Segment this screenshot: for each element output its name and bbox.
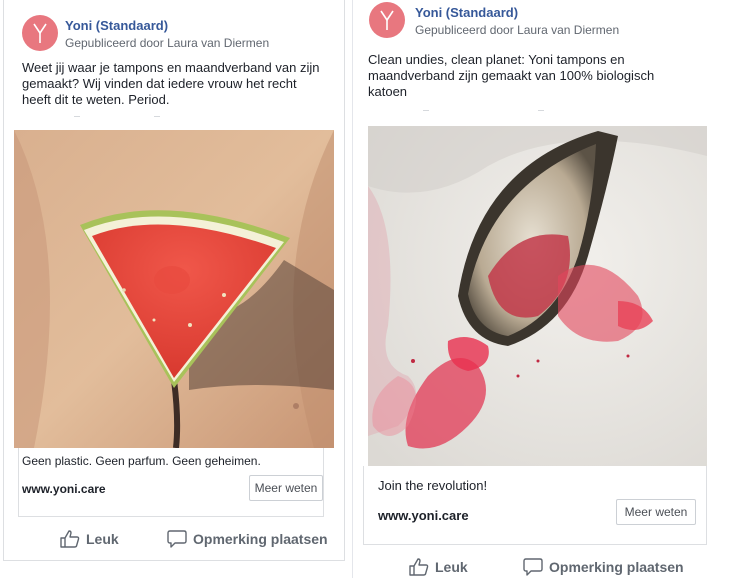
- byline: Gepubliceerd door Laura van Diermen: [65, 36, 270, 50]
- ad-image-oyster[interactable]: [368, 126, 707, 466]
- divider: [538, 110, 544, 111]
- like-label: Leuk: [86, 531, 119, 547]
- ad-image-watermelon[interactable]: [14, 130, 334, 448]
- yoni-logo-icon: [380, 10, 394, 30]
- byline: Gepubliceerd door Laura van Diermen: [415, 23, 620, 37]
- post-caption: Weet jij waar je tampons en maandverband…: [22, 60, 320, 107]
- learn-more-button[interactable]: Meer weten: [616, 499, 696, 525]
- page-name-link[interactable]: Yoni (Standaard): [415, 5, 518, 20]
- thumbs-up-icon: [409, 558, 429, 576]
- like-label: Leuk: [435, 559, 468, 575]
- link-headline: Geen plastic. Geen parfum. Geen geheimen…: [22, 454, 261, 468]
- yoni-logo-icon: [33, 23, 47, 43]
- ad-post-1: Yoni (Standaard) Gepubliceerd door Laura…: [3, 0, 345, 561]
- link-preview[interactable]: Join the revolution! www.yoni.care Meer …: [363, 466, 707, 545]
- ad-post-2: Yoni (Standaard) Gepubliceerd door Laura…: [352, 0, 718, 578]
- page-name-link[interactable]: Yoni (Standaard): [65, 18, 168, 33]
- thumbs-up-icon: [60, 530, 80, 548]
- like-button[interactable]: Leuk: [409, 558, 468, 576]
- comment-icon: [523, 558, 543, 576]
- comment-button[interactable]: Opmerking plaatsen: [523, 558, 684, 576]
- comment-icon: [167, 530, 187, 548]
- divider: [74, 116, 80, 117]
- divider: [154, 116, 160, 117]
- comment-label: Opmerking plaatsen: [193, 531, 328, 547]
- link-domain: www.yoni.care: [378, 508, 469, 523]
- divider: [423, 110, 429, 111]
- like-button[interactable]: Leuk: [60, 530, 119, 548]
- learn-more-button[interactable]: Meer weten: [249, 475, 323, 501]
- page-avatar[interactable]: [22, 15, 58, 51]
- comment-button[interactable]: Opmerking plaatsen: [167, 530, 328, 548]
- link-headline: Join the revolution!: [378, 478, 488, 493]
- link-preview[interactable]: Geen plastic. Geen parfum. Geen geheimen…: [18, 448, 324, 517]
- post-caption: Clean undies, clean planet: Yoni tampons…: [368, 52, 655, 99]
- link-domain: www.yoni.care: [22, 482, 106, 496]
- page-avatar[interactable]: [369, 2, 405, 38]
- comment-label: Opmerking plaatsen: [549, 559, 684, 575]
